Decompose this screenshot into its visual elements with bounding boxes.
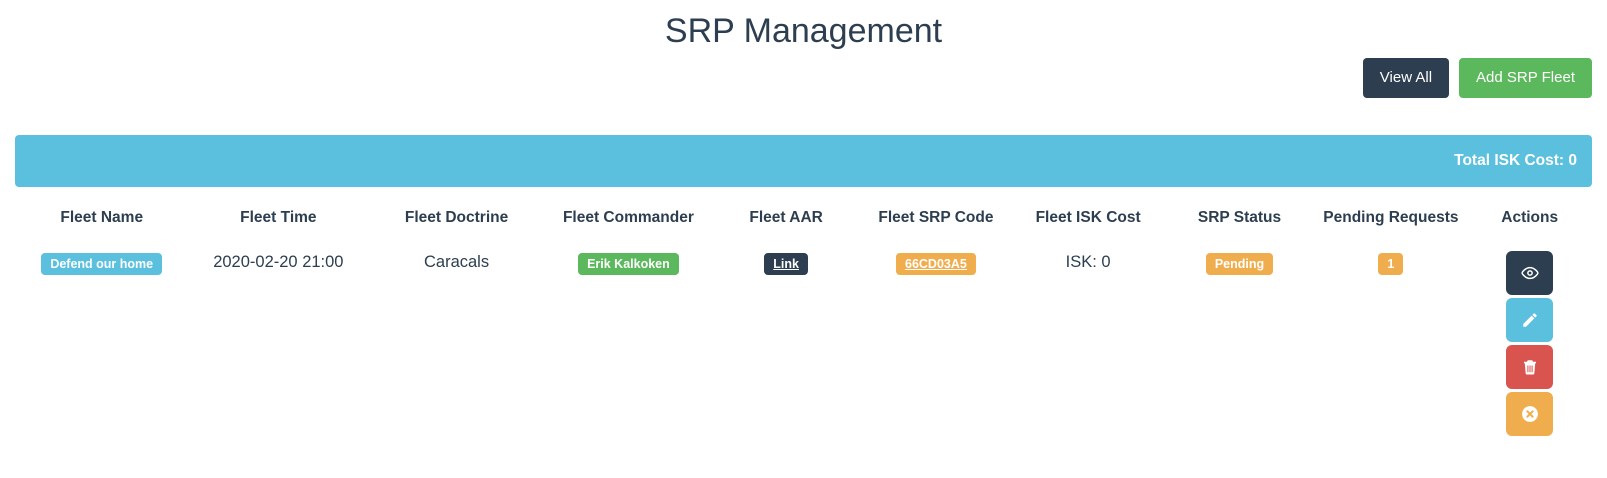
column-header-fleet-doctrine: Fleet Doctrine — [368, 201, 545, 243]
srp-management-page: SRP Management View All Add SRP Fleet To… — [0, 12, 1607, 443]
column-header-actions: Actions — [1467, 201, 1592, 243]
fleet-aar-cell: Link — [712, 243, 860, 443]
column-header-fleet-name: Fleet Name — [15, 201, 188, 243]
srp-status-badge: Pending — [1206, 253, 1273, 275]
column-header-fleet-isk-cost: Fleet ISK Cost — [1012, 201, 1165, 243]
srp-fleet-table: Fleet Name Fleet Time Fleet Doctrine Fle… — [15, 201, 1592, 443]
column-header-pending-requests: Pending Requests — [1314, 201, 1467, 243]
actions-cell — [1467, 243, 1592, 443]
view-fleet-button[interactable] — [1506, 251, 1553, 295]
fleet-srp-code-cell: 66CD03A5 — [860, 243, 1011, 443]
column-header-fleet-aar: Fleet AAR — [712, 201, 860, 243]
trash-icon — [1521, 358, 1539, 376]
disable-fleet-button[interactable] — [1506, 392, 1553, 436]
times-circle-icon — [1520, 404, 1540, 424]
fleet-aar-link[interactable]: Link — [764, 253, 808, 275]
view-all-button[interactable]: View All — [1363, 58, 1449, 98]
srp-status-cell: Pending — [1165, 243, 1315, 443]
eye-icon — [1520, 263, 1540, 283]
pencil-icon — [1521, 311, 1539, 329]
page-title: SRP Management — [15, 12, 1592, 51]
pending-requests-badge: 1 — [1378, 253, 1403, 275]
fleet-name-badge: Defend our home — [41, 253, 162, 275]
column-header-fleet-time: Fleet Time — [188, 201, 368, 243]
fleet-commander-cell: Erik Kalkoken — [545, 243, 712, 443]
fleet-name-cell: Defend our home — [15, 243, 188, 443]
fleet-time-cell: 2020-02-20 21:00 — [188, 243, 368, 443]
fleet-srp-code-link[interactable]: 66CD03A5 — [896, 253, 976, 275]
total-isk-cost-label: Total ISK Cost: 0 — [1454, 152, 1577, 170]
add-srp-fleet-button[interactable]: Add SRP Fleet — [1459, 58, 1592, 98]
column-header-fleet-commander: Fleet Commander — [545, 201, 712, 243]
table-header-row: Fleet Name Fleet Time Fleet Doctrine Fle… — [15, 201, 1592, 243]
toolbar: View All Add SRP Fleet — [15, 58, 1592, 98]
total-isk-cost-bar: Total ISK Cost: 0 — [15, 135, 1592, 187]
column-header-srp-status: SRP Status — [1165, 201, 1315, 243]
fleet-commander-badge: Erik Kalkoken — [578, 253, 679, 275]
fleet-doctrine-cell: Caracals — [368, 243, 545, 443]
table-row: Defend our home 2020-02-20 21:00 Caracal… — [15, 243, 1592, 443]
pending-requests-cell: 1 — [1314, 243, 1467, 443]
column-header-fleet-srp-code: Fleet SRP Code — [860, 201, 1011, 243]
edit-fleet-button[interactable] — [1506, 298, 1553, 342]
fleet-isk-cost-cell: ISK: 0 — [1012, 243, 1165, 443]
delete-fleet-button[interactable] — [1506, 345, 1553, 389]
